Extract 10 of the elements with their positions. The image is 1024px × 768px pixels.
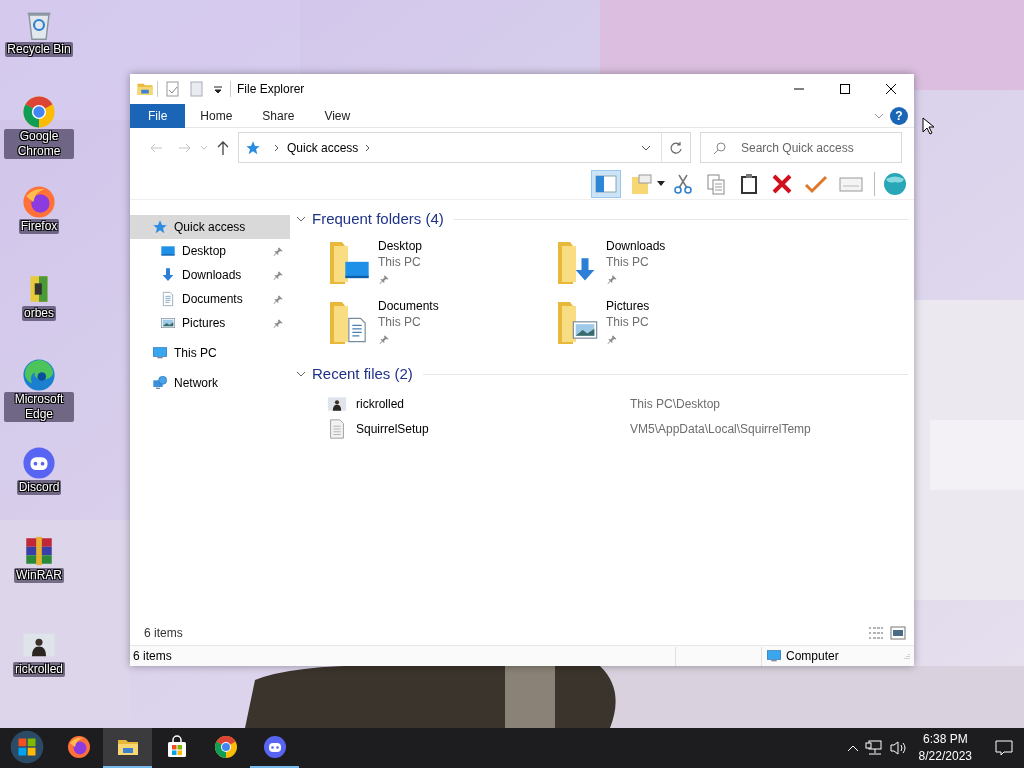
- taskbar-app[interactable]: [103, 728, 152, 768]
- chevron-up-icon[interactable]: [846, 744, 859, 752]
- speaker-icon[interactable]: [888, 740, 907, 756]
- clock[interactable]: 6:38 PM 8/22/2023: [912, 731, 978, 765]
- discord-icon: [262, 735, 287, 759]
- start-icon: [10, 730, 44, 764]
- network-icon[interactable]: [864, 740, 883, 756]
- chrome-icon: [213, 735, 238, 759]
- firefox-icon: [66, 735, 91, 759]
- notification-icon[interactable]: [995, 739, 1013, 757]
